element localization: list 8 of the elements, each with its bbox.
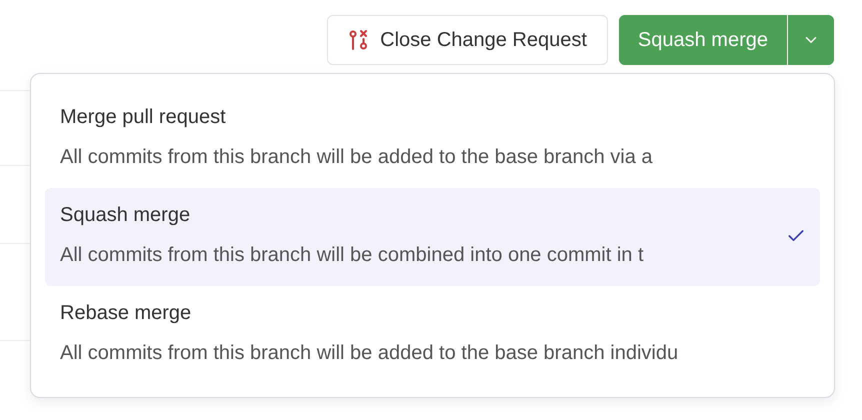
option-description: All commits from this branch will be combined into one commit in t: [60, 243, 645, 268]
merge-option[interactable]: Squash merge All commits from this branch will be combined into one commit in t: [45, 188, 820, 286]
option-title: Squash merge: [60, 203, 192, 228]
option-title: Merge pull request: [60, 105, 227, 130]
option-description: All commits from this branch will be added to the base branch via a: [60, 145, 654, 170]
option-description: All commits from this branch will be added to the base branch individu: [60, 341, 680, 366]
close-change-request-button[interactable]: Close Change Request: [327, 15, 608, 65]
option-title: Rebase merge: [60, 301, 192, 326]
